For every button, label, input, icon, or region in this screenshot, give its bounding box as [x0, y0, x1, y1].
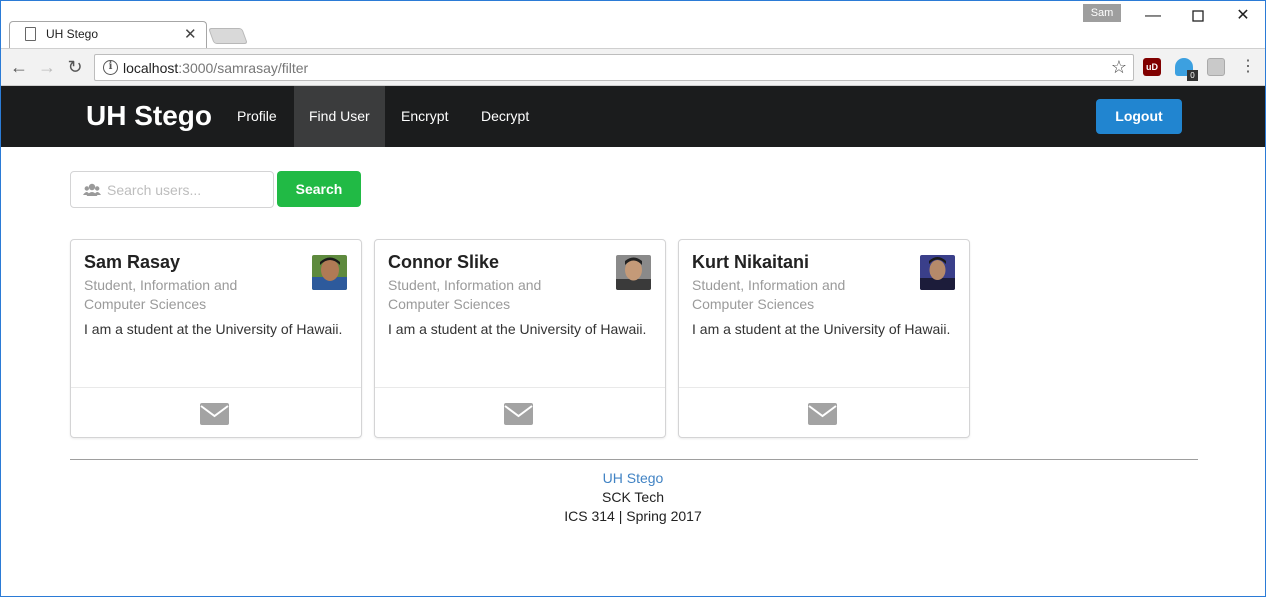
- users-icon: [83, 183, 101, 196]
- bookmark-star-icon[interactable]: ☆: [1111, 57, 1127, 78]
- forward-icon[interactable]: →: [36, 56, 58, 78]
- user-card-kurt[interactable]: Kurt Nikaitani Student, Information and …: [678, 239, 970, 438]
- url-text[interactable]: localhost:3000/samrasay/filter: [123, 60, 308, 76]
- nav-find-user[interactable]: Find User: [294, 86, 385, 147]
- page-icon: [25, 27, 36, 41]
- card-description: I am a student at the University of Hawa…: [84, 321, 343, 337]
- brand-logo[interactable]: UH Stego: [86, 100, 212, 132]
- extension-badge: 0: [1187, 70, 1198, 81]
- close-window-icon[interactable]: ✕: [1228, 5, 1258, 27]
- footer-course: ICS 314 | Spring 2017: [564, 508, 702, 524]
- search-input[interactable]: [107, 180, 267, 200]
- user-card-connor[interactable]: Connor Slike Student, Information and Co…: [374, 239, 666, 438]
- menu-icon[interactable]: ⋮: [1237, 56, 1259, 78]
- title-bar: UH Stego ✕ Sam — ✕: [1, 1, 1265, 48]
- nav-profile[interactable]: Profile: [222, 86, 292, 147]
- card-extra-content: [375, 387, 665, 437]
- extension-icon[interactable]: [1207, 58, 1225, 76]
- search-field[interactable]: [70, 171, 274, 208]
- url-path: :3000/samrasay/filter: [178, 60, 309, 76]
- url-host: localhost: [123, 60, 179, 76]
- browser-tab[interactable]: [9, 21, 207, 48]
- mail-icon[interactable]: [200, 403, 229, 425]
- logout-button[interactable]: Logout: [1096, 99, 1182, 134]
- maximize-icon[interactable]: [1183, 5, 1213, 27]
- card-extra-content: [71, 387, 361, 437]
- card-name[interactable]: Connor Slike: [388, 252, 499, 273]
- back-icon[interactable]: ←: [8, 56, 30, 78]
- mail-icon[interactable]: [808, 403, 837, 425]
- new-tab-button[interactable]: [208, 28, 248, 44]
- tab-title[interactable]: UH Stego: [46, 27, 98, 41]
- footer-link[interactable]: UH Stego: [603, 470, 664, 486]
- avatar-sam: [312, 255, 347, 290]
- info-icon[interactable]: i: [103, 60, 118, 75]
- card-description: I am a student at the University of Hawa…: [388, 321, 647, 337]
- footer-link-row: UH Stego: [1, 470, 1265, 486]
- card-meta: Student, Information and Computer Scienc…: [388, 277, 542, 312]
- site-navbar: UH Stego Profile Find User Encrypt Decry…: [1, 86, 1265, 147]
- tab-close-icon[interactable]: ✕: [184, 25, 197, 43]
- footer-divider: [70, 459, 1198, 460]
- card-meta: Student, Information and Computer Scienc…: [692, 277, 846, 312]
- footer-company: SCK Tech: [602, 489, 664, 505]
- avatar-kurt: [920, 255, 955, 290]
- browser-toolbar: ← → ↻ i localhost:3000/samrasay/filter ☆…: [1, 48, 1265, 86]
- mail-icon[interactable]: [504, 403, 533, 425]
- card-extra-content: [679, 387, 969, 437]
- address-bar[interactable]: i localhost:3000/samrasay/filter ☆: [94, 54, 1134, 81]
- ublock-icon[interactable]: uD: [1143, 58, 1161, 76]
- user-card-sam[interactable]: Sam Rasay Student, Information and Compu…: [70, 239, 362, 438]
- search-button[interactable]: Search: [277, 171, 361, 207]
- minimize-icon[interactable]: —: [1138, 5, 1168, 27]
- browser-window: UH Stego ✕ Sam — ✕ ← → ↻ i localhost:300…: [0, 0, 1266, 597]
- card-meta: Student, Information and Computer Scienc…: [84, 277, 238, 312]
- card-name[interactable]: Kurt Nikaitani: [692, 252, 809, 273]
- nav-encrypt[interactable]: Encrypt: [386, 86, 463, 147]
- nav-decrypt[interactable]: Decrypt: [466, 86, 544, 147]
- avatar-connor: [616, 255, 651, 290]
- ublock-label: uD: [1146, 62, 1158, 72]
- card-description: I am a student at the University of Hawa…: [692, 321, 951, 337]
- reload-icon[interactable]: ↻: [64, 56, 86, 78]
- card-name[interactable]: Sam Rasay: [84, 252, 180, 273]
- profile-badge[interactable]: Sam: [1083, 4, 1121, 22]
